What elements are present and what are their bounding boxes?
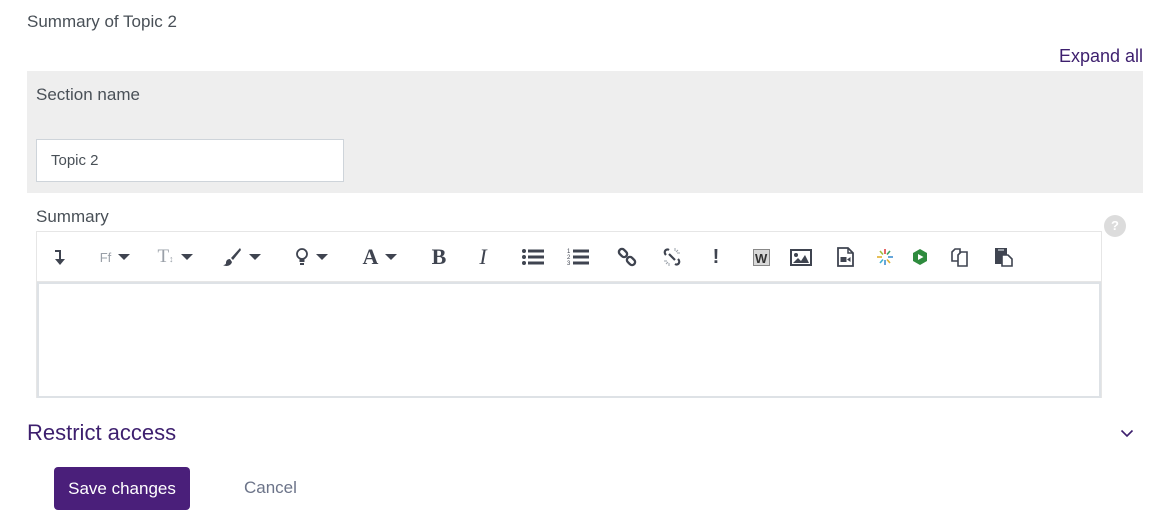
- media-icon: [836, 247, 854, 267]
- paste-button[interactable]: [993, 242, 1015, 272]
- ordered-list-icon: 123: [567, 249, 589, 266]
- summary-label: Summary: [36, 207, 109, 226]
- word-import-icon: W: [752, 248, 770, 266]
- panopto-button[interactable]: [910, 242, 930, 272]
- cancel-button[interactable]: Cancel: [244, 478, 297, 498]
- expand-all-link[interactable]: Expand all: [1059, 46, 1143, 67]
- chevron-down-icon: [385, 254, 398, 260]
- chevron-down-icon: [118, 254, 131, 260]
- section-name-label: Section name: [36, 85, 140, 104]
- font-family-icon: Ff: [99, 249, 112, 265]
- show-more-buttons-icon: [55, 250, 65, 265]
- chevron-down-icon: [180, 254, 193, 260]
- italic-button[interactable]: I: [473, 242, 493, 272]
- italic-icon: I: [479, 244, 487, 269]
- exclamation-icon: !: [712, 245, 720, 268]
- unlink-icon: [663, 248, 681, 266]
- paragraph-style-button[interactable]: [219, 242, 263, 272]
- chevron-down-icon: [248, 254, 261, 260]
- paste-icon: [995, 248, 1013, 267]
- summary-editor: Ff T↕ A B I 123 ! W: [36, 231, 1102, 398]
- link-button[interactable]: [616, 242, 638, 272]
- help-icon[interactable]: ?: [1104, 215, 1126, 237]
- bold-icon: B: [431, 244, 447, 269]
- section-name-panel: Section name: [27, 71, 1143, 193]
- font-color-button[interactable]: A: [357, 242, 403, 272]
- panopto-icon: [913, 249, 927, 265]
- chevron-down-icon: [315, 254, 328, 260]
- font-size-icon: T↕: [157, 246, 174, 267]
- image-icon: [790, 248, 812, 266]
- editor-content-area[interactable]: [37, 282, 1101, 398]
- unordered-list-button[interactable]: [521, 242, 545, 272]
- section-name-input[interactable]: [36, 139, 344, 182]
- font-size-button[interactable]: T↕: [155, 242, 195, 272]
- show-more-buttons-button[interactable]: [51, 242, 69, 272]
- insert-image-button[interactable]: [789, 242, 813, 272]
- restrict-access-toggle[interactable]: [1120, 425, 1134, 443]
- svg-text:3: 3: [567, 261, 571, 266]
- font-family-button[interactable]: Ff: [95, 242, 135, 272]
- lightbulb-icon: [295, 248, 308, 265]
- save-changes-button[interactable]: Save changes: [54, 467, 190, 510]
- font-color-icon: A: [362, 244, 379, 269]
- restrict-access-header[interactable]: Restrict access: [27, 420, 176, 446]
- link-icon: [617, 247, 637, 267]
- unordered-list-icon: [522, 249, 544, 265]
- paint-brush-icon: [222, 248, 241, 266]
- word-import-button[interactable]: W: [751, 242, 771, 272]
- editor-toolbar: Ff T↕ A B I 123 ! W: [37, 232, 1101, 282]
- tips-button[interactable]: [289, 242, 333, 272]
- copy-button[interactable]: [949, 242, 971, 272]
- page-heading: Summary of Topic 2: [27, 12, 177, 31]
- svg-text:W: W: [755, 251, 768, 266]
- kaltura-button[interactable]: [875, 242, 895, 272]
- chevron-down-icon: [1120, 429, 1134, 438]
- unlink-button[interactable]: [661, 242, 683, 272]
- bold-button[interactable]: B: [427, 242, 451, 272]
- ordered-list-button[interactable]: 123: [566, 242, 590, 272]
- kaltura-icon: [877, 249, 893, 265]
- copy-icon: [951, 248, 968, 267]
- important-button[interactable]: !: [709, 242, 723, 272]
- insert-media-button[interactable]: [835, 242, 855, 272]
